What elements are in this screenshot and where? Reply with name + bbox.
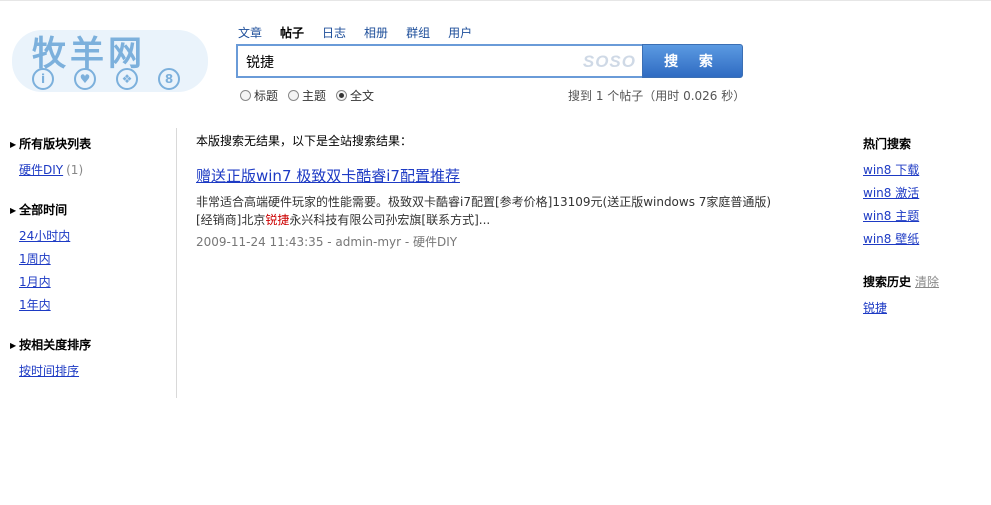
no-result-notice: 本版搜索无结果，以下是全站搜索结果： xyxy=(196,134,413,148)
time-filter-item: 1周内 xyxy=(10,248,170,271)
scope-title-label: 标题 xyxy=(254,89,279,103)
logo-info-icon: i xyxy=(32,68,54,90)
forum-list-heading-text: 所有版块列表 xyxy=(19,137,92,151)
scope-fulltext-radio[interactable] xyxy=(336,90,348,101)
clear-history-link[interactable]: 清除 xyxy=(915,275,939,289)
search-stats: 搜到 1 个帖子（用时 0.026 秒） xyxy=(568,89,746,103)
search-scope: 标题 主题 全文 xyxy=(240,87,374,104)
time-filter-24h[interactable]: 24小时内 xyxy=(19,229,70,243)
time-filter-year[interactable]: 1年内 xyxy=(19,298,51,312)
search-box: SOSO xyxy=(236,44,642,78)
hot-search-heading: 热门搜索 xyxy=(863,137,912,151)
time-filter-section: ▶ 全部时间 24小时内 1周内 1月内 1年内 xyxy=(10,201,170,317)
time-filter-week[interactable]: 1周内 xyxy=(19,252,51,266)
sort-item: 按时间排序 xyxy=(10,360,170,383)
hot-search-item: win8 壁纸 xyxy=(863,228,983,251)
sort-heading: ▶ 按相关度排序 xyxy=(10,336,170,353)
hot-search-item: win8 激活 xyxy=(863,182,983,205)
scope-fulltext-label: 全文 xyxy=(350,89,375,103)
site-logo[interactable]: 牧羊网 i ♥ ❖ 8 xyxy=(10,18,210,98)
tab-blogs[interactable]: 日志 xyxy=(322,24,346,41)
logo-dots: i ♥ ❖ 8 xyxy=(32,68,180,90)
hot-search-link[interactable]: win8 主题 xyxy=(863,209,919,223)
hot-search-item: win8 主题 xyxy=(863,205,983,228)
search-history-section: 搜索历史 清除 锐捷 xyxy=(863,273,983,320)
forum-item: 硬件DIY (1) xyxy=(10,159,170,182)
scope-topic-label: 主题 xyxy=(302,89,327,103)
result-snippet: 非常适合高端硬件玩家的性能需要。极致双卡酷睿i7配置[参考价格]13109元(送… xyxy=(196,193,786,229)
hot-search-link[interactable]: win8 激活 xyxy=(863,186,919,200)
result-meta: 2009-11-24 11:43:35 - admin-myr - 硬件DIY xyxy=(196,235,458,249)
scope-topic-radio[interactable] xyxy=(288,90,300,101)
logo-heart-icon: ♥ xyxy=(74,68,96,90)
logo-windows-icon: ❖ xyxy=(116,68,138,90)
arrow-right-icon: ▶ xyxy=(10,206,17,215)
result-title-link[interactable]: 赠送正版win7 极致双卡酷睿i7配置推荐 xyxy=(196,165,460,186)
time-filter-heading: ▶ 全部时间 xyxy=(10,201,170,218)
forum-item-link[interactable]: 硬件DIY xyxy=(19,163,63,177)
right-sidebar: 热门搜索 win8 下载 win8 激活 win8 主题 win8 壁纸 搜索历… xyxy=(863,135,983,320)
logo-eight-icon: 8 xyxy=(158,68,180,90)
search-button[interactable]: 搜 索 xyxy=(642,44,743,78)
scope-title-radio[interactable] xyxy=(240,90,251,101)
snippet-highlight: 锐捷 xyxy=(265,213,290,227)
search-history-heading-text: 搜索历史 xyxy=(863,275,912,289)
sort-section: ▶ 按相关度排序 按时间排序 xyxy=(10,336,170,383)
history-item: 锐捷 xyxy=(863,297,983,320)
search-type-tabs: 文章 帖子 日志 相册 群组 用户 xyxy=(238,24,472,41)
tab-groups[interactable]: 群组 xyxy=(406,24,430,41)
sidebar-divider xyxy=(176,128,177,398)
forum-list-section: ▶ 所有版块列表 硬件DIY (1) xyxy=(10,135,170,182)
search-history-heading: 搜索历史 清除 xyxy=(863,273,983,290)
arrow-right-icon: ▶ xyxy=(10,341,17,350)
soso-watermark: SOSO xyxy=(582,52,636,71)
top-divider xyxy=(0,0,991,1)
scope-fulltext-option[interactable]: 全文 xyxy=(336,87,374,104)
sort-heading-text: 按相关度排序 xyxy=(19,338,92,352)
time-filter-month[interactable]: 1月内 xyxy=(19,275,51,289)
time-filter-heading-text: 全部时间 xyxy=(19,203,68,217)
time-filter-item: 24小时内 xyxy=(10,225,170,248)
tab-posts[interactable]: 帖子 xyxy=(280,24,304,41)
tab-articles[interactable]: 文章 xyxy=(238,24,262,41)
tab-users[interactable]: 用户 xyxy=(448,24,472,41)
time-filter-item: 1年内 xyxy=(10,294,170,317)
hot-search-item: win8 下载 xyxy=(863,159,983,182)
scope-topic-option[interactable]: 主题 xyxy=(288,87,326,104)
search-input[interactable] xyxy=(246,52,576,72)
scope-title-option[interactable]: 标题 xyxy=(240,87,278,104)
hot-search-link[interactable]: win8 壁纸 xyxy=(863,232,919,246)
forum-list-heading: ▶ 所有版块列表 xyxy=(10,135,170,152)
arrow-right-icon: ▶ xyxy=(10,140,17,149)
snippet-text-after: 永兴科技有限公司孙宏旗[联系方式]... xyxy=(289,213,491,227)
search-result: 赠送正版win7 极致双卡酷睿i7配置推荐 非常适合高端硬件玩家的性能需要。极致… xyxy=(196,165,796,250)
tab-albums[interactable]: 相册 xyxy=(364,24,388,41)
sort-by-time-link[interactable]: 按时间排序 xyxy=(19,364,79,378)
hot-search-link[interactable]: win8 下载 xyxy=(863,163,919,177)
forum-item-count: (1) xyxy=(66,163,84,177)
history-link[interactable]: 锐捷 xyxy=(863,301,887,315)
left-sidebar: ▶ 所有版块列表 硬件DIY (1) ▶ 全部时间 24小时内 1周内 1月内 1年内… xyxy=(10,135,170,402)
time-filter-item: 1月内 xyxy=(10,271,170,294)
